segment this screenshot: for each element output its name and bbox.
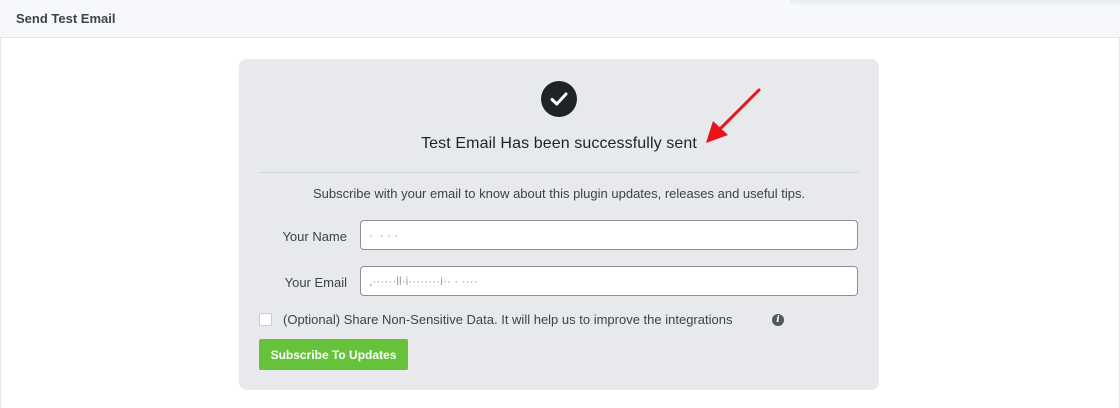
email-label: Your Email (284, 275, 347, 290)
page: Send Test Email Test Email Has been succ… (0, 0, 1120, 408)
panel-header: Send Test Email (0, 0, 1120, 38)
success-card: Test Email Has been successfully sent Su… (239, 59, 879, 390)
name-input[interactable] (360, 220, 858, 250)
check-circle-icon (541, 81, 577, 117)
header-shadow (790, 0, 1120, 6)
annotation-arrow-icon (706, 88, 761, 143)
panel-title: Send Test Email (16, 11, 116, 26)
email-input[interactable] (360, 266, 858, 296)
subscribe-button[interactable]: Subscribe To Updates (259, 339, 408, 370)
checkmark-icon (550, 92, 568, 106)
divider (259, 172, 859, 173)
optin-checkbox[interactable] (259, 313, 272, 326)
optin-label: (Optional) Share Non-Sensitive Data. It … (283, 312, 733, 327)
success-title: Test Email Has been successfully sent (421, 135, 697, 152)
subscribe-description: Subscribe with your email to know about … (312, 186, 806, 201)
name-label: Your Name (282, 229, 347, 244)
info-icon[interactable]: i (772, 314, 784, 326)
